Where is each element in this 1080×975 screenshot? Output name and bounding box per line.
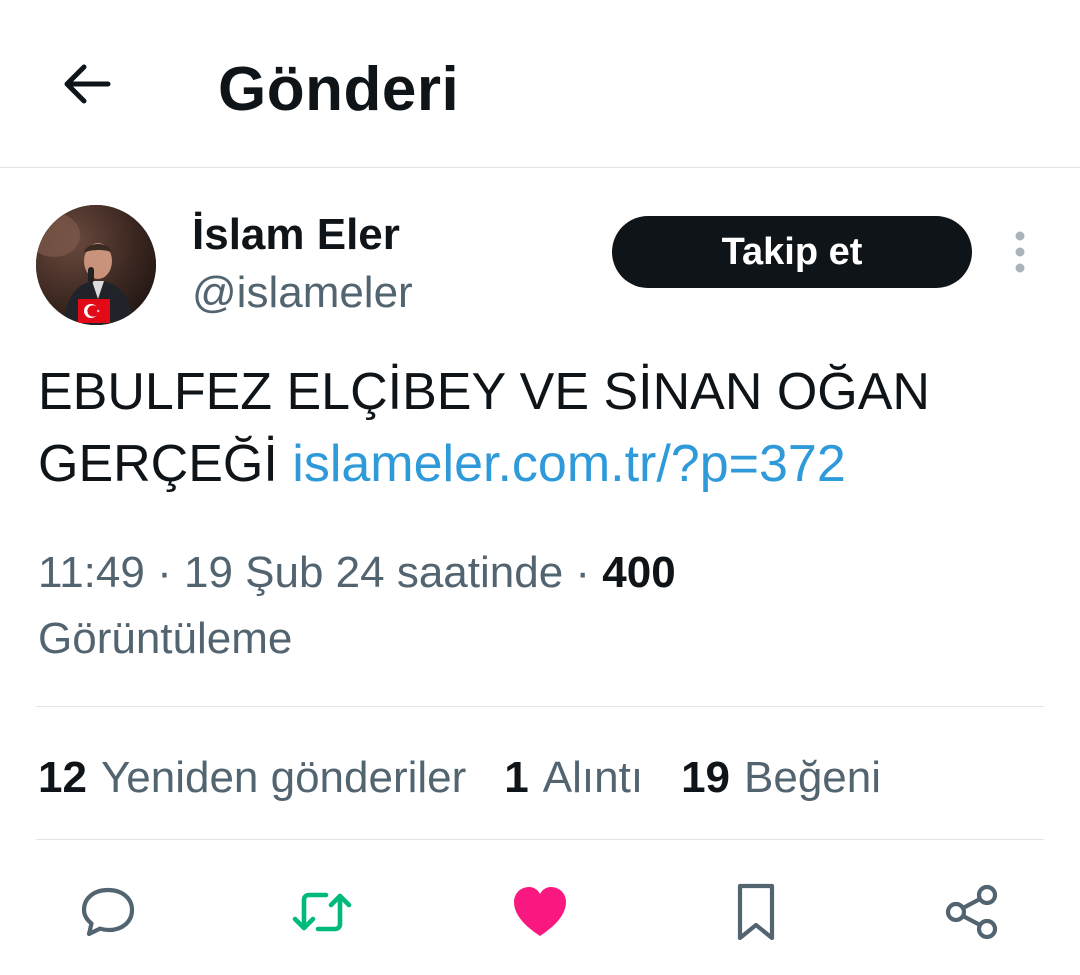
likes-label: Beğeni [744, 753, 882, 802]
divider [36, 706, 1044, 707]
divider [36, 839, 1044, 840]
reposts-stat[interactable]: 12 Yeniden gönderiler [38, 753, 466, 803]
tweet-link[interactable]: islameler.com.tr/?p=372 [292, 435, 846, 493]
views-label: Görüntüleme [38, 614, 293, 663]
profile-photo [36, 205, 156, 325]
top-bar: Gönderi [0, 0, 1080, 168]
reposts-count: 12 [38, 753, 87, 802]
engagement-stats: 12 Yeniden gönderiler 1 Alıntı 19 Beğeni [38, 748, 881, 808]
like-icon [514, 887, 566, 936]
reply-icon [81, 887, 135, 937]
tweet-date[interactable]: 19 Şub 24 saatinde [184, 548, 563, 597]
bookmark-button[interactable] [724, 880, 788, 944]
retweet-button[interactable] [290, 880, 354, 944]
reposts-label: Yeniden gönderiler [100, 753, 467, 802]
share-button[interactable] [940, 880, 1004, 944]
author-handle[interactable]: @islameler [192, 266, 413, 320]
like-button[interactable] [508, 880, 572, 944]
retweet-icon [292, 892, 352, 932]
bookmark-icon [737, 883, 775, 941]
likes-stat[interactable]: 19 Beğeni [681, 753, 881, 803]
separator-dot: · [157, 548, 184, 597]
avatar[interactable] [36, 205, 156, 325]
more-vertical-icon [1015, 231, 1025, 273]
back-button[interactable] [52, 50, 120, 118]
tweet-meta: 11:49 · 19 Şub 24 saatinde · 400 Görüntü… [38, 540, 1038, 672]
reply-button[interactable] [76, 880, 140, 944]
views-count: 400 [602, 548, 676, 597]
arrow-left-icon [64, 64, 111, 104]
page-title: Gönderi [218, 55, 460, 124]
quotes-count: 1 [504, 753, 529, 802]
tweet-time[interactable]: 11:49 [38, 548, 145, 597]
more-options-button[interactable] [998, 222, 1042, 282]
post-detail-page: Gönderi İslam Eler @islameler Takip et E… [0, 0, 1080, 975]
quotes-label: Alıntı [542, 753, 644, 802]
follow-button[interactable]: Takip et [612, 216, 972, 288]
separator-dot: · [575, 548, 603, 597]
author-name[interactable]: İslam Eler [192, 208, 400, 262]
share-icon [945, 884, 998, 940]
quotes-stat[interactable]: 1 Alıntı [504, 753, 643, 803]
tweet-text: EBULFEZ ELÇİBEY VE SİNAN OĞAN GERÇEĞİ is… [38, 356, 1048, 500]
likes-count: 19 [681, 753, 731, 802]
